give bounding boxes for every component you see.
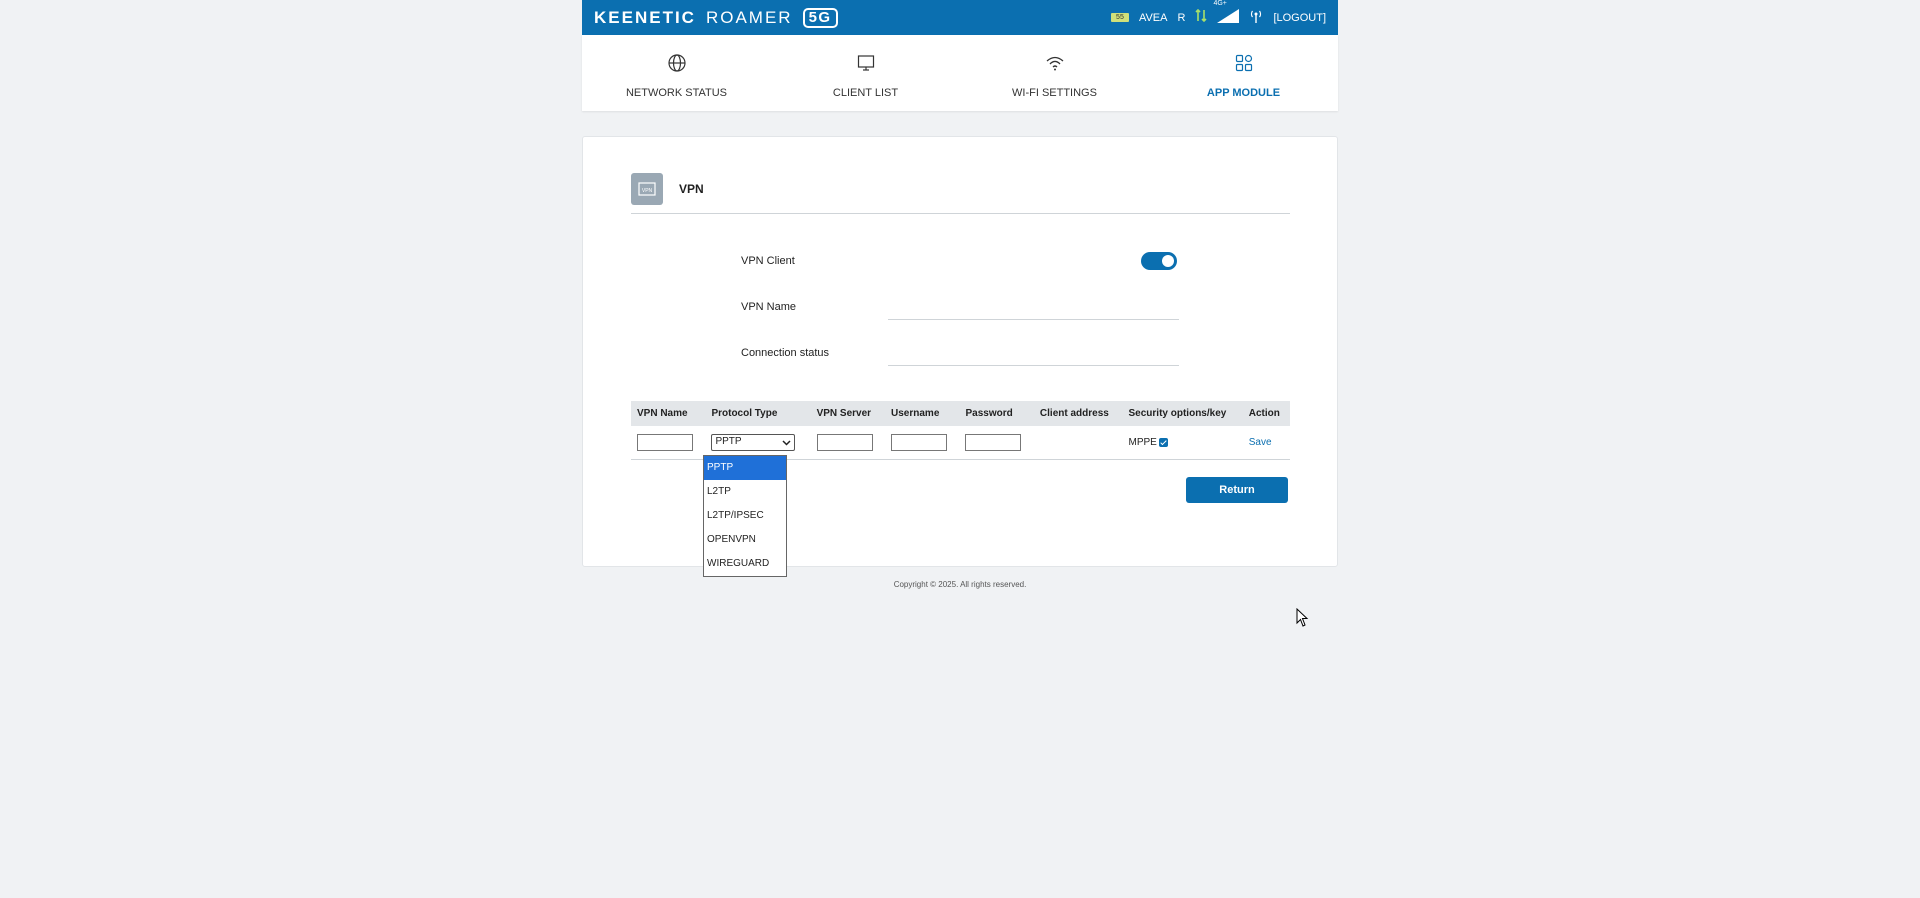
svg-text:VPN: VPN [642,188,653,194]
data-transfer-icon [1195,8,1208,26]
logout-link[interactable]: [LOGOUT] [1273,12,1326,24]
operator-name: AVEA [1138,11,1168,24]
protocol-selected-value: PPTP [715,436,742,447]
username-input[interactable] [891,434,948,451]
top-header-bar: KEENETIC ROAMER 5G 55 AVEA R 4G+ [LOGOUT… [582,0,1338,35]
vpn-table: VPN Name Protocol Type VPN Server Userna… [631,401,1290,460]
protocol-option-pptp[interactable]: PPTP [704,456,786,480]
model-name: ROAMER [705,7,793,27]
protocol-dropdown-list: PPTP L2TP L2TP/IPSEC OPENVPN WIREGUARD [703,455,787,577]
network-type-label: 4G+ [1213,0,1227,7]
vpn-name-label: VPN Name [741,301,797,313]
col-password: Password [959,401,1034,426]
vpn-name-row: VPN Name [741,299,1181,323]
table-header-row: VPN Name Protocol Type VPN Server Userna… [631,401,1290,426]
card-title: VPN [679,182,704,196]
copyright-text: Copyright © 2025. All rights reserved. [893,580,1027,589]
wifi-icon [1046,56,1063,71]
protocol-option-openvpn[interactable]: OPENVPN [704,528,786,552]
col-vpn-server: VPN Server [810,401,886,426]
mppe-checkbox[interactable] [1158,437,1168,447]
chevron-down-icon [782,440,791,446]
nav-label: WI-FI SETTINGS [1012,87,1097,99]
vpn-client-toggle[interactable] [1141,252,1177,270]
card-header: VPN VPN [631,173,1290,214]
col-vpn-name: VPN Name [631,401,706,426]
col-protocol-type: Protocol Type [705,401,811,426]
router-app: KEENETIC ROAMER 5G 55 AVEA R 4G+ [LOGOUT… [582,0,1338,111]
protocol-type-select[interactable]: PPTP [711,434,796,451]
signal-strength-icon: 4G+ [1213,0,1240,26]
mouse-cursor-icon [1296,608,1309,627]
connection-status-value [888,365,1179,366]
nav-label: APP MODULE [1206,87,1281,99]
col-username: Username [885,401,960,426]
password-input[interactable] [965,434,1022,451]
col-security-options: Security options/key [1122,401,1243,426]
protocol-option-l2tp[interactable]: L2TP [704,480,786,504]
nav-client-list[interactable]: CLIENT LIST [771,35,960,111]
mppe-label: MPPE [1128,437,1157,448]
battery-icon: 55 [1110,13,1129,22]
nav-wifi-settings[interactable]: WI-FI SETTINGS [960,35,1149,111]
vpn-server-input[interactable] [816,434,873,451]
connection-status-label: Connection status [741,347,830,359]
antenna-icon [1249,9,1263,26]
save-link[interactable]: Save [1249,437,1272,448]
client-address-cell [1033,426,1123,460]
main-nav: NETWORK STATUS CLIENT LIST WI-FI SETTING… [582,35,1338,111]
status-indicators: 55 AVEA R 4G+ [LOGOUT] [1110,0,1326,26]
keenetic-logo: KEENETIC ROAMER 5G [594,7,838,28]
vpn-client-row: VPN Client [741,252,1181,277]
nav-label: NETWORK STATUS [625,87,728,99]
roaming-indicator: R [1177,11,1186,24]
connection-status-row: Connection status [741,345,1181,369]
vpn-name-value [888,319,1179,320]
brand-name: KEENETIC [594,7,696,27]
vpn-icon: VPN [631,173,663,205]
monitor-icon [857,55,874,71]
return-button[interactable]: Return [1186,477,1288,503]
protocol-option-l2tp-ipsec[interactable]: L2TP/IPSEC [704,504,786,528]
vpn-client-label: VPN Client [741,255,795,267]
vpn-name-input[interactable] [637,434,693,451]
nav-label: CLIENT LIST [832,87,899,99]
nav-network-status[interactable]: NETWORK STATUS [582,35,771,111]
apps-icon [1235,54,1252,72]
globe-icon [667,54,686,72]
col-client-address: Client address [1033,401,1123,426]
protocol-option-wireguard[interactable]: WIREGUARD [704,552,786,576]
5g-badge: 5G [802,7,838,28]
col-action: Action [1242,401,1290,426]
nav-app-module[interactable]: APP MODULE [1149,35,1338,111]
